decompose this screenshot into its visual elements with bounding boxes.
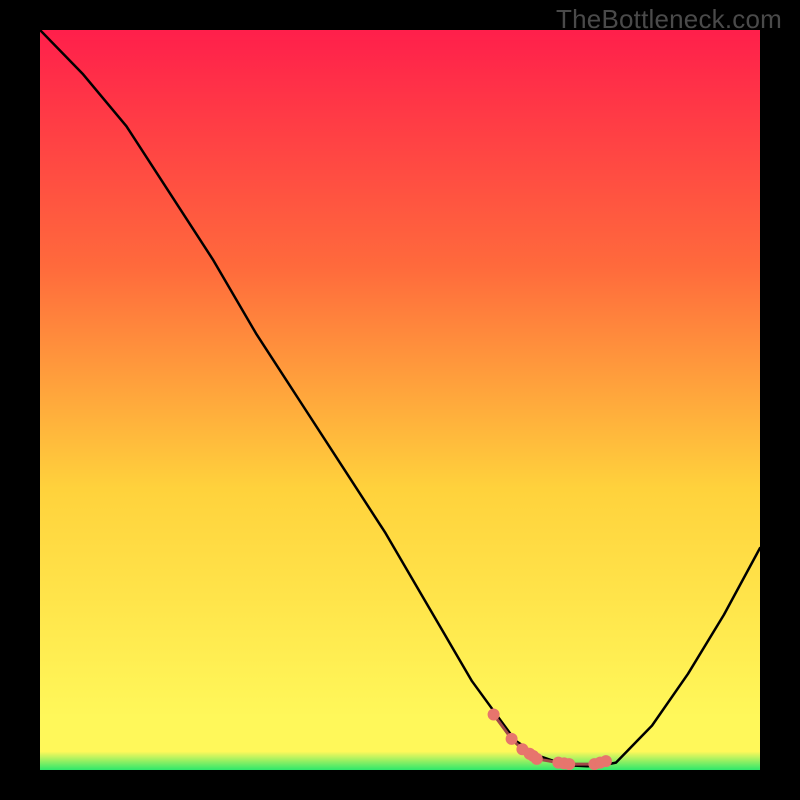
data-marker: [506, 733, 517, 744]
data-marker: [564, 759, 575, 770]
chart-frame: TheBottleneck.com: [0, 0, 800, 800]
gradient-background: [40, 30, 760, 770]
data-marker: [531, 753, 542, 764]
data-marker: [488, 709, 499, 720]
data-marker: [600, 756, 611, 767]
plot-area: [40, 30, 760, 770]
chart-svg: [40, 30, 760, 770]
watermark-text: TheBottleneck.com: [556, 4, 782, 35]
